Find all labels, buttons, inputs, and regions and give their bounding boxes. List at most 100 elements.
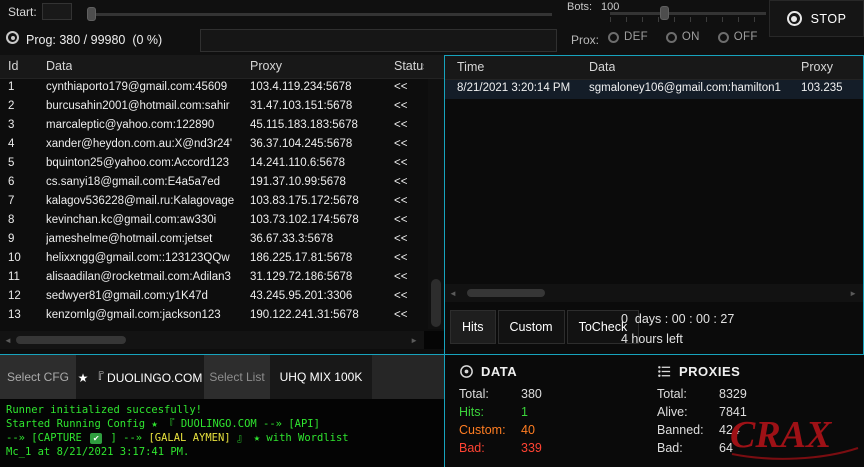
- col-proxy[interactable]: Proxy: [250, 59, 282, 73]
- right-table-header: Time Data Proxy: [445, 56, 863, 80]
- left-table-body[interactable]: 1cynthiaporto179@gmail.com:45609103.4.11…: [0, 79, 428, 329]
- progress-text: Prog: 380 / 99980 (0 %): [26, 33, 162, 47]
- cell-data: kevinchan.kc@gmail.com:aw330i: [46, 214, 244, 226]
- cell-id: 8: [8, 214, 40, 226]
- table-row[interactable]: 1cynthiaporto179@gmail.com:45609103.4.11…: [0, 79, 428, 98]
- cell-status: <<: [394, 81, 424, 93]
- cell-proxy: 36.37.104.245:5678: [250, 138, 388, 150]
- stat-label: Alive:: [657, 405, 719, 419]
- console-text: --» [CAPTURE: [6, 432, 88, 444]
- cell-status: <<: [394, 214, 424, 226]
- slider-ticks: [610, 17, 766, 22]
- cell-status: <<: [394, 138, 424, 150]
- start-input[interactable]: [42, 3, 72, 20]
- cell-status: <<: [394, 157, 424, 169]
- cell-id: 2: [8, 100, 40, 112]
- right-table-body[interactable]: 8/21/2021 3:20:14 PM sgmaloney106@gmail.c…: [445, 80, 863, 280]
- cell-id: 11: [8, 271, 40, 283]
- stat-value: 8329: [719, 387, 747, 401]
- scrollbar-thumb[interactable]: [16, 336, 126, 344]
- stat-label: Hits:: [459, 405, 521, 419]
- scroll-left-icon[interactable]: ◄: [4, 336, 12, 345]
- cell-proxy: 103.235: [801, 82, 859, 94]
- stop-button[interactable]: STOP: [769, 0, 864, 37]
- hits-panel: Time Data Proxy 8/21/2021 3:20:14 PM sgma…: [444, 55, 864, 355]
- cell-proxy: 103.4.119.234:5678: [250, 81, 388, 93]
- select-config-button[interactable]: Select CFG: [0, 355, 76, 399]
- console-text: 』 ★ with Wordlist: [231, 432, 349, 444]
- tab-custom[interactable]: Custom: [498, 310, 565, 344]
- col-status[interactable]: Status: [394, 59, 424, 73]
- proxy-stats-title: PROXIES: [679, 364, 740, 379]
- col-data[interactable]: Data: [589, 60, 615, 74]
- wordlist-name[interactable]: UHQ MIX 100K: [270, 355, 372, 399]
- stat-label: Bad:: [459, 441, 521, 455]
- right-horizontal-scrollbar[interactable]: ◄ ►: [445, 284, 863, 302]
- radio-icon: [666, 32, 677, 43]
- bots-label: Bots:: [567, 1, 592, 13]
- tab-hits[interactable]: Hits: [450, 310, 496, 344]
- prox-option-off[interactable]: OFF: [718, 31, 758, 43]
- console-log[interactable]: Runner initialized succesfully!Started R…: [0, 399, 444, 467]
- radio-icon: [608, 32, 619, 43]
- col-data[interactable]: Data: [46, 59, 72, 73]
- prox-option-label: OFF: [734, 31, 758, 43]
- stats-panel: DATA Total:380Hits:1Custom:40Bad:339 PRO…: [444, 355, 864, 467]
- start-slider-thumb[interactable]: [87, 7, 96, 21]
- cell-proxy: 103.73.102.174:5678: [250, 214, 388, 226]
- table-row[interactable]: 9jameshelme@hotmail.com:jetset36.67.33.3…: [0, 231, 428, 250]
- data-stats: DATA Total:380Hits:1Custom:40Bad:339: [459, 363, 542, 457]
- prox-option-on[interactable]: ON: [666, 31, 700, 43]
- table-row[interactable]: 5bquinton25@yahoo.com:Accord12314.241.11…: [0, 155, 428, 174]
- table-row[interactable]: 6cs.sanyi18@gmail.com:E4a5a7ed191.37.10.…: [0, 174, 428, 193]
- left-horizontal-scrollbar[interactable]: ◄ ►: [0, 331, 424, 349]
- stat-label: Total:: [657, 387, 719, 401]
- left-vertical-scrollbar[interactable]: [428, 79, 444, 329]
- stop-button-label: STOP: [811, 12, 847, 26]
- scrollbar-thumb[interactable]: [467, 289, 545, 297]
- config-name[interactable]: ★ 『 DUOLINGO.COM: [76, 355, 204, 399]
- start-slider[interactable]: [88, 13, 552, 16]
- stat-row: Bad:339: [459, 439, 542, 457]
- bots-slider[interactable]: [610, 12, 766, 15]
- stat-label: Custom:: [459, 423, 521, 437]
- table-row[interactable]: 11alisaadilan@rocketmail.com:Adilan331.1…: [0, 269, 428, 288]
- stat-row: Custom:40: [459, 421, 542, 439]
- data-stats-header: DATA: [459, 363, 542, 379]
- cell-id: 13: [8, 309, 40, 321]
- bots-slider-thumb[interactable]: [660, 6, 669, 20]
- filter-input[interactable]: [200, 29, 557, 52]
- select-list-button[interactable]: Select List: [204, 355, 270, 399]
- cell-data: cs.sanyi18@gmail.com:E4a5a7ed: [46, 176, 244, 188]
- table-row[interactable]: 3marcaleptic@yahoo.com:12289045.115.183.…: [0, 117, 428, 136]
- table-row[interactable]: 10helixxngg@gmail.com::123123QQw186.225.…: [0, 250, 428, 269]
- scroll-right-icon[interactable]: ►: [410, 336, 418, 345]
- table-row[interactable]: 12sedwyer81@gmail.com:y1K47d43.245.95.20…: [0, 288, 428, 307]
- cell-id: 6: [8, 176, 40, 188]
- cell-status: <<: [394, 309, 424, 321]
- cell-id: 9: [8, 233, 40, 245]
- cell-data: sgmaloney106@gmail.com:hamilton1: [589, 82, 795, 94]
- cell-status: <<: [394, 119, 424, 131]
- cell-time: 8/21/2021 3:20:14 PM: [457, 82, 585, 94]
- scrollbar-thumb[interactable]: [431, 279, 441, 327]
- console-line: --» [CAPTURE ✔ ] --» [GALAL AYMEN] 』 ★ w…: [6, 431, 438, 445]
- table-row[interactable]: 4xander@heydon.com.au:X@nd3r24'36.37.104…: [0, 136, 428, 155]
- prox-option-def[interactable]: DEF: [608, 31, 648, 43]
- scroll-left-icon[interactable]: ◄: [449, 289, 457, 298]
- cell-proxy: 45.115.183.183:5678: [250, 119, 388, 131]
- table-row[interactable]: 7kalagov536228@mail.ru:Kalagovage103.83.…: [0, 193, 428, 212]
- table-row[interactable]: 8 kevinchan.kc@gmail.com:aw330i 103.73.102…: [0, 212, 428, 231]
- col-proxy[interactable]: Proxy: [801, 60, 833, 74]
- prox-label: Prox:: [571, 33, 599, 47]
- console-line: Started Running Config ★ 『 DUOLINGO.COM …: [6, 417, 438, 431]
- col-id[interactable]: Id: [8, 59, 18, 73]
- console-text: Started Running Config ★ 『 DUOLINGO.COM …: [6, 418, 320, 430]
- col-time[interactable]: Time: [457, 60, 484, 74]
- table-row[interactable]: 2burcusahin2001@hotmail.com:sahir31.47.1…: [0, 98, 428, 117]
- scroll-right-icon[interactable]: ►: [849, 289, 857, 298]
- cell-id: 7: [8, 195, 40, 207]
- table-row[interactable]: 13kenzomlg@gmail.com:jackson123190.122.2…: [0, 307, 428, 326]
- hit-row[interactable]: 8/21/2021 3:20:14 PM sgmaloney106@gmail.c…: [445, 80, 863, 99]
- runner-radio-icon[interactable]: [6, 31, 19, 44]
